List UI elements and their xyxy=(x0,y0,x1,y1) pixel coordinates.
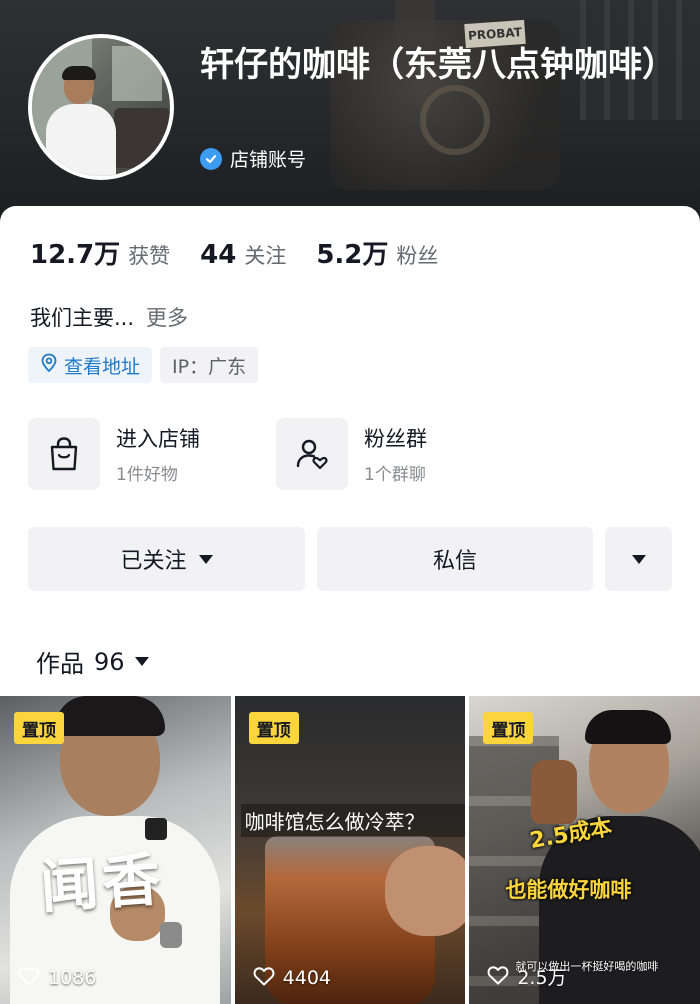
heart-icon xyxy=(18,966,40,990)
heart-icon xyxy=(253,966,275,990)
video-likes-count: 4404 xyxy=(282,967,332,989)
stat-followers[interactable]: 5.2万 粉丝 xyxy=(316,234,438,271)
stat-likes[interactable]: 12.7万 获赞 xyxy=(30,234,170,271)
location-pin-icon xyxy=(40,353,58,378)
caret-down-icon xyxy=(134,657,149,666)
bio: 我们主要... 更多 xyxy=(30,302,188,332)
ip-location-label: IP：广东 xyxy=(172,355,247,378)
stat-likes-label: 获赞 xyxy=(128,244,171,268)
works-label: 作品 xyxy=(36,650,84,678)
verified-check-icon xyxy=(200,147,222,170)
ip-location-chip: IP：广东 xyxy=(160,347,259,383)
video-tile[interactable]: 2.5成本 也能做好咖啡 就可以做出一杯挺好喝的咖啡 置顶 2.5万 xyxy=(469,696,700,1004)
pinned-badge: 置顶 xyxy=(14,712,64,744)
video-likes: 1086 xyxy=(18,966,96,990)
followed-label: 已关注 xyxy=(120,549,187,574)
fans-group-icon xyxy=(276,418,348,490)
heart-icon xyxy=(487,965,509,989)
video-overlay-text: 咖啡馆怎么做冷萃？ xyxy=(240,804,466,837)
stat-likes-value: 12.7万 xyxy=(30,240,121,270)
avatar[interactable] xyxy=(28,34,174,180)
followed-button[interactable]: 已关注 xyxy=(28,527,305,591)
bio-text: 我们主要... xyxy=(30,306,135,330)
video-likes: 2.5万 xyxy=(487,963,567,990)
profile-card: 12.7万 获赞 44 关注 5.2万 粉丝 我们主要... 更多 查看地址 I… xyxy=(0,206,700,1004)
view-address-chip[interactable]: 查看地址 xyxy=(28,347,153,383)
more-dropdown-button[interactable] xyxy=(605,527,672,591)
pinned-badge: 置顶 xyxy=(483,712,534,744)
video-likes-count: 2.5万 xyxy=(517,967,567,989)
verified-label: 店铺账号 xyxy=(230,149,307,171)
works-tab[interactable]: 作品 96 xyxy=(36,644,149,679)
enter-shop-title: 进入店铺 xyxy=(116,426,200,451)
pinned-badge: 置顶 xyxy=(248,712,299,744)
enter-shop-entry[interactable]: 进入店铺 1件好物 xyxy=(28,418,276,490)
works-count: 96 xyxy=(94,647,125,676)
fans-group-entry[interactable]: 粉丝群 1个群聊 xyxy=(276,418,524,490)
message-button[interactable]: 私信 xyxy=(317,527,593,591)
video-likes: 4404 xyxy=(253,966,331,990)
video-tile[interactable]: 闻香 置顶 1086 xyxy=(0,696,231,1004)
caret-down-icon xyxy=(198,554,213,564)
header-background-wheel xyxy=(420,85,490,155)
view-address-label: 查看地址 xyxy=(64,355,141,378)
feature-entries: 进入店铺 1件好物 粉丝群 1个群聊 xyxy=(28,418,524,490)
fans-group-title: 粉丝群 xyxy=(364,426,427,451)
stat-following-value: 44 xyxy=(200,240,237,270)
stat-followers-label: 粉丝 xyxy=(396,244,439,268)
profile-header: PROBAT 轩仔的咖啡（东莞八点钟咖啡） 店铺账号 xyxy=(0,0,700,230)
video-tile[interactable]: 咖啡馆怎么做冷萃？ 置顶 4404 xyxy=(234,696,466,1004)
verified-badge: 店铺账号 xyxy=(200,145,306,172)
info-chips: 查看地址 IP：广东 xyxy=(28,347,259,383)
action-buttons: 已关注 私信 xyxy=(28,527,672,591)
message-label: 私信 xyxy=(432,549,477,574)
video-grid: 闻香 置顶 1086 咖啡馆怎么做冷萃？ 置顶 4404 2.5成本 也能做好咖… xyxy=(0,696,700,1004)
caret-down-icon xyxy=(631,554,646,564)
video-likes-count: 1086 xyxy=(48,967,97,989)
stat-followers-value: 5.2万 xyxy=(316,240,389,270)
shop-name: 轩仔的咖啡（东莞八点钟咖啡） xyxy=(200,45,676,85)
stat-following[interactable]: 44 关注 xyxy=(200,240,286,270)
stats-row: 12.7万 获赞 44 关注 5.2万 粉丝 xyxy=(30,234,468,271)
shopping-bag-icon xyxy=(28,418,100,490)
video-overlay-text: 也能做好咖啡 xyxy=(505,878,632,902)
bio-more-link[interactable]: 更多 xyxy=(146,302,188,332)
video-overlay-text: 闻香 xyxy=(38,844,167,922)
stat-following-label: 关注 xyxy=(244,244,287,268)
enter-shop-subtitle: 1件好物 xyxy=(116,464,178,485)
fans-group-subtitle: 1个群聊 xyxy=(364,464,426,485)
